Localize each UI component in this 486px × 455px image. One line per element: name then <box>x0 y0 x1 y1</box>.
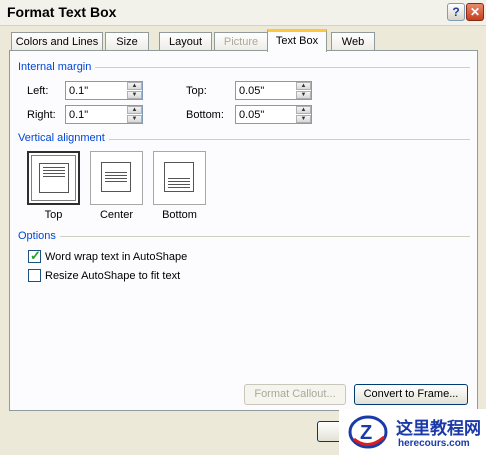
watermark-logo-icon: Z <box>348 415 388 449</box>
format-callout-button: Format Callout... <box>244 384 346 405</box>
left-margin-input[interactable] <box>66 82 126 99</box>
resize-autoshape-label[interactable]: Resize AutoShape to fit text <box>45 270 180 282</box>
align-bottom-button[interactable] <box>153 151 206 205</box>
watermark: Z 这里教程网 herecours.com <box>339 409 486 455</box>
options-heading: Options <box>18 230 60 242</box>
align-bottom-icon <box>164 162 194 192</box>
top-margin-input[interactable] <box>236 82 295 99</box>
align-center-icon <box>101 162 131 192</box>
align-center-label: Center <box>99 209 134 221</box>
spin-up-icon[interactable]: ▲ <box>296 106 311 114</box>
bottom-margin-arrows: ▲ ▼ <box>296 106 311 123</box>
word-wrap-label[interactable]: Word wrap text in AutoShape <box>45 251 187 263</box>
align-top-icon <box>39 163 69 193</box>
top-margin-arrows: ▲ ▼ <box>296 82 311 99</box>
options-divider <box>18 236 470 237</box>
title-bar: Format Text Box ? ✕ <box>0 0 486 26</box>
watermark-url: herecours.com <box>398 438 470 449</box>
left-margin-label: Left: <box>27 85 49 97</box>
tab-picture: Picture <box>214 32 268 51</box>
align-top-button[interactable] <box>27 151 80 205</box>
bottom-margin-input[interactable] <box>236 106 295 123</box>
align-center-button[interactable] <box>90 151 143 205</box>
left-margin-spinner[interactable]: ▲ ▼ <box>65 81 143 100</box>
right-margin-arrows: ▲ ▼ <box>127 106 142 123</box>
spin-down-icon[interactable]: ▼ <box>127 91 142 99</box>
vertical-alignment-heading: Vertical alignment <box>18 132 109 144</box>
spin-up-icon[interactable]: ▲ <box>296 82 311 90</box>
resize-autoshape-checkbox[interactable] <box>28 269 41 282</box>
right-margin-input[interactable] <box>66 106 126 123</box>
top-margin-spinner[interactable]: ▲ ▼ <box>235 81 312 100</box>
spin-down-icon[interactable]: ▼ <box>296 91 311 99</box>
right-margin-spinner[interactable]: ▲ ▼ <box>65 105 143 124</box>
help-button[interactable]: ? <box>447 3 465 21</box>
align-bottom-label: Bottom <box>162 209 197 221</box>
spin-down-icon[interactable]: ▼ <box>296 115 311 123</box>
internal-margin-heading: Internal margin <box>18 61 96 73</box>
spin-down-icon[interactable]: ▼ <box>127 115 142 123</box>
tab-web[interactable]: Web <box>331 32 375 51</box>
tab-size[interactable]: Size <box>105 32 149 51</box>
spin-up-icon[interactable]: ▲ <box>127 82 142 90</box>
tab-text-box[interactable]: Text Box <box>267 29 327 52</box>
right-margin-label: Right: <box>27 109 56 121</box>
bottom-margin-spinner[interactable]: ▲ ▼ <box>235 105 312 124</box>
bottom-margin-label: Bottom: <box>186 109 224 121</box>
watermark-title: 这里教程网 <box>396 419 481 438</box>
left-margin-arrows: ▲ ▼ <box>127 82 142 99</box>
window-title: Format Text Box <box>7 4 117 20</box>
align-top-label: Top <box>44 209 63 221</box>
tab-layout[interactable]: Layout <box>159 32 212 51</box>
word-wrap-checkbox[interactable]: ✓ <box>28 248 41 263</box>
convert-to-frame-button[interactable]: Convert to Frame... <box>354 384 468 405</box>
close-button[interactable]: ✕ <box>466 3 484 21</box>
tab-colors-and-lines[interactable]: Colors and Lines <box>11 32 103 51</box>
spin-up-icon[interactable]: ▲ <box>127 106 142 114</box>
top-margin-label: Top: <box>186 85 207 97</box>
text-box-panel: Internal margin Left: ▲ ▼ Right: ▲ ▼ Top… <box>9 50 478 411</box>
checkmark-icon: ✓ <box>30 248 41 263</box>
svg-text:Z: Z <box>360 422 372 444</box>
